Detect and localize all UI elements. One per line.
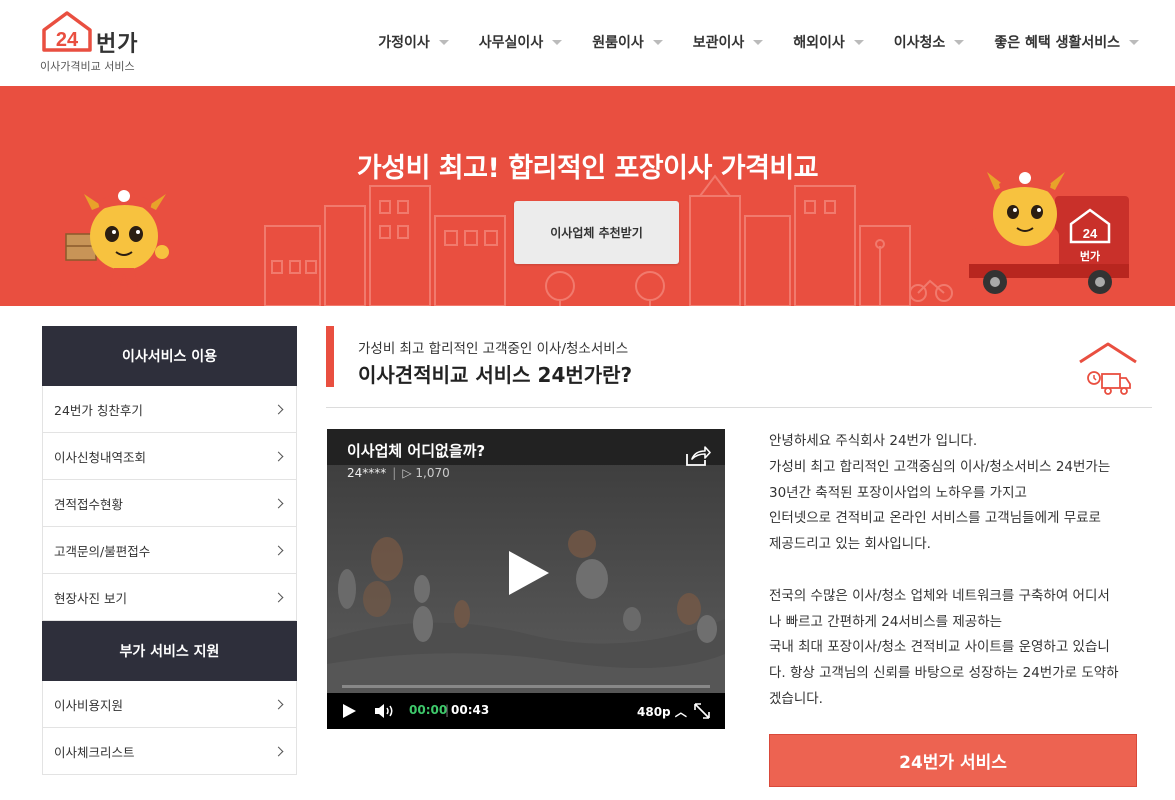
nav-item-storage-moving[interactable]: 보관이사	[693, 32, 764, 52]
chevron-down-icon	[438, 39, 449, 45]
sidebar-item-moving-checklist[interactable]: 이사체크리스트	[42, 728, 297, 775]
sidebar-item-moving-cost-support[interactable]: 이사비용지원	[42, 681, 297, 728]
truck-logo-number: 24	[1083, 226, 1098, 241]
chevron-down-icon	[1129, 39, 1139, 45]
sidebar-item-label: 24번가 칭찬후기	[54, 402, 143, 418]
logo-tagline: 이사가격비교 서비스	[40, 60, 135, 73]
logo-number: 24	[56, 29, 79, 51]
video-meta: 24**** | ▷ 1,070	[347, 466, 450, 480]
desc-line: 겠습니다.	[769, 690, 823, 707]
fullscreen-icon[interactable]	[693, 702, 711, 720]
page-subtitle: 가성비 최고 합리적인 고객중인 이사/청소서비스	[358, 341, 629, 357]
sidebar-item-label: 이사체크리스트	[54, 744, 135, 760]
site-logo[interactable]: 24 번가 이사가격비교 서비스	[40, 10, 170, 74]
video-controls: 00:00 | 00:43 480p ︿	[327, 693, 725, 729]
chevron-down-icon	[652, 39, 663, 45]
control-play-icon[interactable]	[341, 703, 357, 719]
moving-truck-icon	[1079, 342, 1137, 395]
sidebar-item-customer-inquiry[interactable]: 고객문의/불편접수	[42, 527, 297, 574]
nav-item-office-moving[interactable]: 사무실이사	[478, 32, 563, 52]
nav-item-overseas-moving[interactable]: 해외이사	[793, 32, 864, 52]
meta-divider: |	[392, 466, 397, 480]
sidebar-item-quote-status[interactable]: 견적접수현황	[42, 480, 297, 527]
nav-item-home-moving[interactable]: 가정이사	[378, 32, 449, 52]
desc-line: 다. 항상 고객님의 신뢰를 바탕으로 성장하는 24번가로 도약하	[769, 665, 1119, 682]
nav-item-label: 이사청소	[893, 35, 946, 51]
truck-logo-word: 번가	[1080, 249, 1100, 263]
chevron-right-icon	[273, 498, 284, 508]
logo-word: 번가	[96, 32, 139, 57]
mascot-truck-icon: 24 번가	[969, 172, 1129, 294]
desc-line: 제공드리고 있는 회사입니다.	[769, 536, 931, 553]
sidebar-item-label: 견적접수현황	[54, 496, 124, 512]
nav-item-label: 가정이사	[378, 35, 430, 51]
chevron-right-icon	[273, 404, 284, 414]
video-channel: 24****	[347, 466, 387, 480]
chevron-right-icon	[273, 451, 284, 461]
chevron-down-icon	[753, 39, 764, 45]
nav-item-oneroom-moving[interactable]: 원룸이사	[592, 32, 663, 52]
sidebar-item-reviews[interactable]: 24번가 칭찬후기	[42, 386, 297, 433]
video-title: 이사업체 어디없을까?	[347, 442, 486, 460]
nav-item-label: 좋은 혜택 생활서비스	[994, 35, 1120, 51]
desc-line: 국내 최대 포장이사/청소 견적비교 사이트를 운영하고 있습니	[769, 639, 1110, 656]
chevron-down-icon	[954, 39, 965, 45]
desc-line: 안녕하세요 주식회사 24번가 입니다.	[769, 433, 978, 449]
sidebar-item-label: 이사신청내역조회	[54, 449, 147, 465]
section-header: 가성비 최고 합리적인 고객중인 이사/청소서비스 이사견적비교 서비스 24번…	[326, 326, 1152, 408]
video-player[interactable]: 이사업체 어디없을까? 24**** | ▷ 1,070 00:00 | 00:43…	[327, 429, 725, 729]
sidebar-item-site-photos[interactable]: 현장사진 보기	[42, 574, 297, 621]
chevron-right-icon	[273, 699, 284, 709]
desc-line: 나 빠르고 간편하게 24서비스를 제공하는	[769, 613, 1003, 630]
title-accent-bar	[326, 326, 334, 387]
quality-selector[interactable]: 480p ︿	[637, 703, 687, 720]
sidebar-section-title: 부가 서비스 지원	[42, 621, 297, 681]
sidebar-item-label: 고객문의/불편접수	[54, 543, 151, 559]
chevron-right-icon	[273, 746, 284, 756]
site-header: 24 번가 이사가격비교 서비스 가정이사 사무실이사 원룸이사 보관이사 해외…	[0, 0, 1175, 86]
time-divider: |	[445, 703, 450, 717]
recommend-movers-button[interactable]: 이사업체 추천받기	[514, 201, 679, 264]
service-description: 안녕하세요 주식회사 24번가 입니다. 가성비 최고 합리적인 고객중심의 이…	[769, 429, 1144, 713]
service-button[interactable]: 24번가 서비스	[769, 734, 1137, 787]
hero-banner: 가성비 최고! 합리적인 포장이사 가격비교 이사업체 추천받기 24 번가	[0, 86, 1175, 306]
sidebar-item-label: 이사비용지원	[54, 697, 124, 713]
desc-spacer	[769, 558, 1144, 584]
desc-line: 전국의 수많은 이사/청소 업체와 네트워크를 구축하여 어디서	[769, 587, 1110, 604]
logo-house-icon: 24	[42, 11, 92, 52]
chevron-down-icon	[853, 39, 864, 45]
video-current-time: 00:00	[409, 703, 448, 717]
sidebar-section-title: 이사서비스 이용	[42, 326, 297, 386]
desc-line: 30년간 축적된 포장이사업의 노하우를 가지고	[769, 484, 1027, 501]
nav-item-label: 보관이사	[692, 35, 745, 51]
nav-item-label: 해외이사	[793, 35, 845, 51]
share-icon[interactable]	[683, 444, 711, 468]
nav-item-life-services[interactable]: 좋은 혜택 생활서비스	[994, 32, 1139, 52]
sidebar-item-request-history[interactable]: 이사신청내역조회	[42, 433, 297, 480]
video-progress-bar[interactable]	[342, 685, 710, 688]
desc-line: 인터넷으로 견적비교 온라인 서비스를 고객님들에게 무료로	[769, 510, 1101, 527]
page-title: 이사견적비교 서비스 24번가란?	[358, 363, 633, 387]
video-total-time: 00:43	[451, 703, 490, 717]
nav-item-label: 원룸이사	[592, 35, 644, 51]
chevron-down-icon	[552, 39, 563, 45]
volume-icon[interactable]	[373, 702, 397, 720]
sidebar-item-label: 현장사진 보기	[54, 590, 127, 606]
video-view-count: ▷ 1,070	[402, 466, 450, 480]
play-icon[interactable]	[503, 547, 553, 599]
mascot-delivery-icon	[65, 190, 169, 288]
main-nav: 가정이사 사무실이사 원룸이사 보관이사 해외이사 이사청소 좋은 혜택 생활서…	[348, 32, 1139, 52]
nav-item-moving-cleaning[interactable]: 이사청소	[894, 32, 965, 52]
chevron-right-icon	[273, 545, 284, 555]
nav-item-label: 사무실이사	[478, 35, 544, 51]
desc-line: 가성비 최고 합리적인 고객중심의 이사/청소서비스 24번가는	[769, 458, 1111, 475]
sidebar: 이사서비스 이용 24번가 칭찬후기 이사신청내역조회 견적접수현황 고객문의/…	[42, 326, 297, 775]
chevron-right-icon	[273, 592, 284, 602]
